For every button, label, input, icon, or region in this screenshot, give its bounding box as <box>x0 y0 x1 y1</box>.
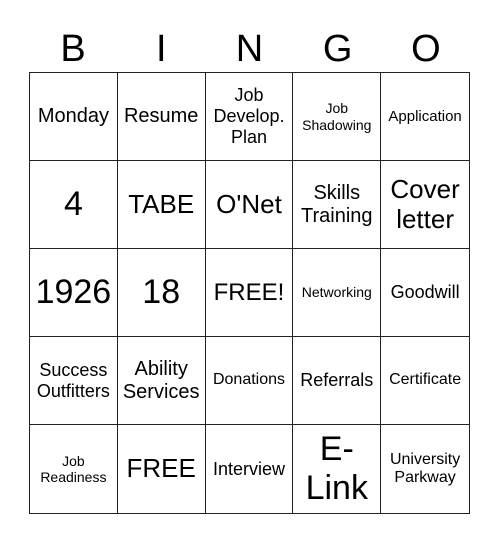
bingo-cell: Interview <box>206 425 294 513</box>
bingo-cell: FREE <box>118 425 206 513</box>
free-space: FREE! <box>205 249 294 337</box>
bingo-cell: Skills Training <box>293 161 382 249</box>
bingo-cell: Job Readiness <box>30 425 118 513</box>
bingo-cell: O'Net <box>205 161 294 249</box>
bingo-cell: Referrals <box>293 337 382 425</box>
bingo-cell: University Parkway <box>389 450 461 486</box>
bingo-cell: Goodwill <box>381 249 469 337</box>
bingo-cell: TABE <box>117 161 206 249</box>
bingo-cell: 18 <box>117 249 206 337</box>
bingo-cell: Cover letter <box>381 161 469 249</box>
bingo-cell: Application <box>381 73 469 161</box>
header-letter-i: I <box>156 28 167 70</box>
bingo-cell: 4 <box>30 161 118 249</box>
header-letter-n: N <box>235 28 264 70</box>
bingo-cell: 1926 <box>30 249 118 337</box>
bingo-grid: Monday Resume Job Develop. Plan Job Shad… <box>29 72 470 514</box>
bingo-cell: Resume <box>117 73 206 161</box>
header-letter-b: B <box>60 28 86 70</box>
bingo-cell: Donations <box>205 337 294 425</box>
bingo-cell: Success Outfitters <box>30 337 118 425</box>
header-letter-o: O <box>411 28 441 70</box>
bingo-cell: Job Develop. Plan <box>205 73 294 161</box>
bingo-cell: Networking <box>293 249 382 337</box>
bingo-cell: E-Link <box>293 425 382 513</box>
header-letter-g: G <box>322 28 353 70</box>
bingo-cell: Ability Services <box>117 337 206 425</box>
bingo-cell: Certificate <box>381 337 469 425</box>
bingo-cell: Monday <box>30 73 118 161</box>
bingo-cell: Job Shadowing <box>293 73 382 161</box>
bingo-header: B I N G O <box>29 26 470 72</box>
